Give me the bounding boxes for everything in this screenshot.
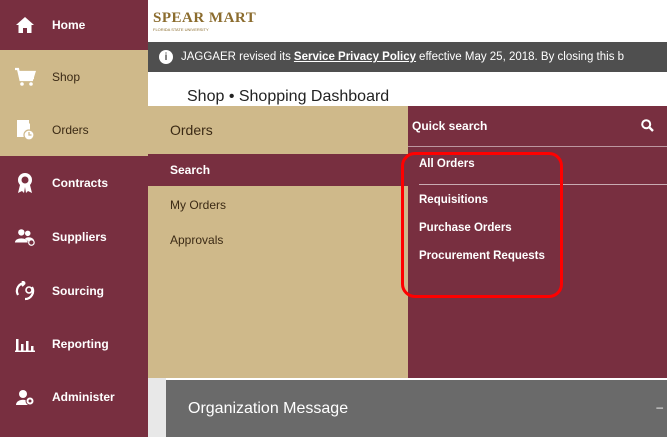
nav-shop-label: Shop — [52, 70, 81, 84]
people-icon — [14, 226, 36, 248]
info-icon: i — [159, 50, 173, 64]
nav-sourcing[interactable]: Sourcing — [0, 264, 148, 318]
collapse-icon[interactable]: – — [656, 400, 663, 414]
breadcrumb: Shop • Shopping Dashboard — [187, 88, 390, 105]
flyout-title: Orders — [170, 122, 213, 138]
quick-search-placeholder: Quick search — [412, 119, 488, 133]
nav-contracts-label: Contracts — [52, 176, 109, 190]
spear-mart-logo[interactable]: SPEAR MART — [153, 10, 256, 27]
nav-shop[interactable]: Shop — [0, 50, 148, 104]
privacy-notice-banner: i JAGGAER revised its Service Privacy Po… — [148, 42, 667, 72]
nav-suppliers[interactable]: Suppliers — [0, 210, 148, 264]
gear-icon — [14, 386, 36, 408]
nav-reporting[interactable]: Reporting — [0, 318, 148, 370]
organization-message-title: Organization Message — [188, 399, 349, 417]
notice-text-after: effective May 25, 2018. By closing this … — [419, 51, 625, 63]
award-icon — [14, 172, 36, 194]
logo-subtitle: FLORIDA STATE UNIVERSITY — [153, 27, 209, 32]
red-highlight-annotation — [401, 152, 563, 298]
quick-search-underline — [408, 146, 667, 147]
nav-sourcing-label: Sourcing — [52, 284, 105, 298]
nav-orders-label: Orders — [52, 123, 89, 137]
flyout-item-approvals[interactable]: Approvals — [170, 233, 223, 247]
nav-orders[interactable]: Orders — [0, 104, 148, 156]
sourcing-icon — [14, 280, 36, 302]
home-icon — [14, 14, 36, 36]
nav-reporting-label: Reporting — [52, 337, 109, 351]
privacy-policy-link[interactable]: Service Privacy Policy — [294, 51, 416, 63]
notice-text-before: JAGGAER revised its — [181, 51, 291, 63]
cart-icon — [14, 66, 36, 88]
chart-icon — [14, 333, 36, 355]
top-header: SPEAR MART FLORIDA STATE UNIVERSITY — [148, 0, 667, 38]
nav-suppliers-label: Suppliers — [52, 230, 107, 244]
nav-administer-label: Administer — [52, 390, 115, 404]
nav-home-label: Home — [52, 18, 86, 32]
flyout-item-search[interactable]: Search — [148, 154, 408, 186]
left-navigation: Home Shop Orders Contracts Suppliers Sou… — [0, 0, 148, 437]
content-gutter — [148, 378, 166, 437]
nav-administer[interactable]: Administer — [0, 370, 148, 424]
search-icon[interactable] — [641, 119, 654, 135]
flyout-item-my-orders[interactable]: My Orders — [170, 198, 226, 212]
orders-flyout-menu: Orders Search My Orders Approvals — [148, 106, 408, 378]
nav-contracts[interactable]: Contracts — [0, 156, 148, 210]
nav-home[interactable]: Home — [0, 0, 148, 50]
organization-message-panel[interactable]: Organization Message – — [166, 380, 667, 437]
quick-search-input[interactable]: Quick search — [408, 106, 667, 146]
orders-icon — [14, 119, 36, 141]
